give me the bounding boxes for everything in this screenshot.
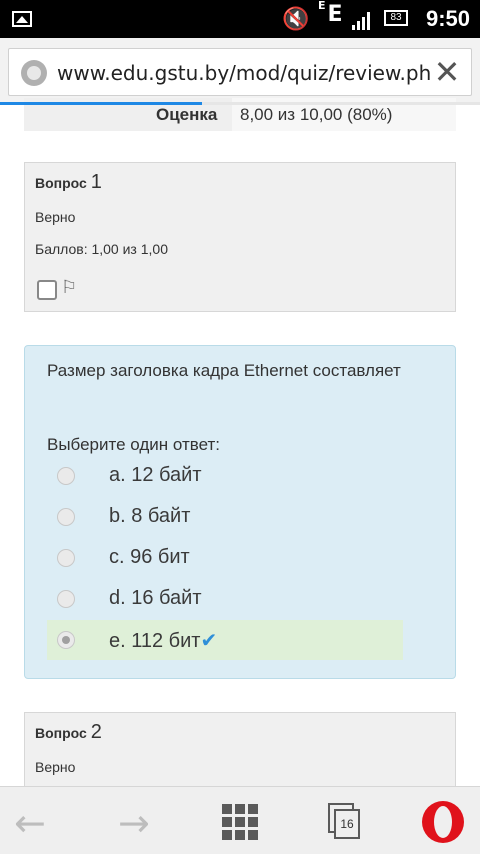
gallery-notification-icon xyxy=(12,11,32,27)
grade-value: 8,00 из 10,00 (80%) xyxy=(240,105,393,124)
answer-radio[interactable] xyxy=(57,549,75,567)
browser-bottom-bar: ← → 16 xyxy=(0,786,480,854)
signal-icon xyxy=(352,10,374,30)
answer-label: a. 12 байт xyxy=(109,464,202,486)
answer-label: d. 16 байт xyxy=(109,587,202,609)
tabs-icon[interactable]: 16 xyxy=(328,803,360,839)
battery-icon: 83 xyxy=(384,10,408,26)
mute-icon: 🔇 xyxy=(282,7,310,32)
network-label: E xyxy=(327,2,343,27)
answer-label: e. 112 бит✔ xyxy=(109,628,217,653)
answer-option[interactable]: d. 16 байт xyxy=(47,579,403,619)
answer-label-text: e. 112 бит xyxy=(109,630,201,652)
answer-option[interactable]: c. 96 бит xyxy=(47,538,403,578)
question-title: Вопрос 1 xyxy=(35,171,102,194)
browser-address-bar: www.edu.gstu.by/mod/quiz/review.php?atte… xyxy=(0,38,480,104)
page-load-progress xyxy=(0,102,480,105)
tab-count: 16 xyxy=(334,809,360,839)
answer-label: c. 96 бит xyxy=(109,546,190,568)
flag-icon[interactable]: ⚐ xyxy=(61,277,77,298)
network-type-indicator: EE xyxy=(318,0,343,27)
check-icon: ✔ xyxy=(200,628,218,652)
question-number: 2 xyxy=(90,721,102,743)
grade-label: Оценка xyxy=(156,105,218,124)
back-arrow-icon[interactable]: ← xyxy=(14,801,46,845)
forward-arrow-icon[interactable]: → xyxy=(118,801,150,845)
answer-radio[interactable] xyxy=(57,467,75,485)
question-grade: Баллов: 1,00 из 1,00 xyxy=(35,241,168,257)
answer-option-correct[interactable]: e. 112 бит✔ xyxy=(47,620,403,660)
question-state: Верно xyxy=(35,759,76,775)
network-superscript: E xyxy=(318,0,326,12)
url-field[interactable]: www.edu.gstu.by/mod/quiz/review.php?atte… xyxy=(8,48,472,96)
answer-radio[interactable] xyxy=(57,590,75,608)
url-text[interactable]: www.edu.gstu.by/mod/quiz/review.php?atte… xyxy=(57,61,431,85)
globe-icon xyxy=(21,60,47,86)
question-title-prefix: Вопрос xyxy=(35,175,87,191)
answer-option[interactable]: a. 12 байт xyxy=(47,456,403,496)
question-title-prefix: Вопрос xyxy=(35,725,87,741)
answer-prompt: Выберите один ответ: xyxy=(47,435,220,454)
question-info: Вопрос 1 Верно Баллов: 1,00 из 1,00 ⚐ xyxy=(24,162,456,312)
flag-question-checkbox[interactable] xyxy=(37,280,57,300)
answer-label: b. 8 байт xyxy=(109,505,191,527)
clock: 9:50 xyxy=(426,6,471,31)
question-title: Вопрос 2 xyxy=(35,721,102,744)
battery-level: 83 xyxy=(390,12,402,23)
question-formulation: Размер заголовка кадра Ethernet составля… xyxy=(24,345,456,679)
answer-radio-selected[interactable] xyxy=(57,631,75,649)
opera-menu-icon[interactable] xyxy=(422,801,464,843)
question-state: Верно xyxy=(35,209,76,225)
close-icon[interactable]: ✕ xyxy=(431,56,463,88)
question-text: Размер заголовка кадра Ethernet составля… xyxy=(47,361,401,380)
question-number: 1 xyxy=(90,171,102,193)
speed-dial-icon[interactable] xyxy=(222,804,258,840)
status-bar: 🔇 EE 83 9:50 xyxy=(0,0,480,38)
answer-radio[interactable] xyxy=(57,508,75,526)
answer-option[interactable]: b. 8 байт xyxy=(47,497,403,537)
question-info: Вопрос 2 Верно xyxy=(24,712,456,792)
page-load-progress-fill xyxy=(0,102,202,105)
